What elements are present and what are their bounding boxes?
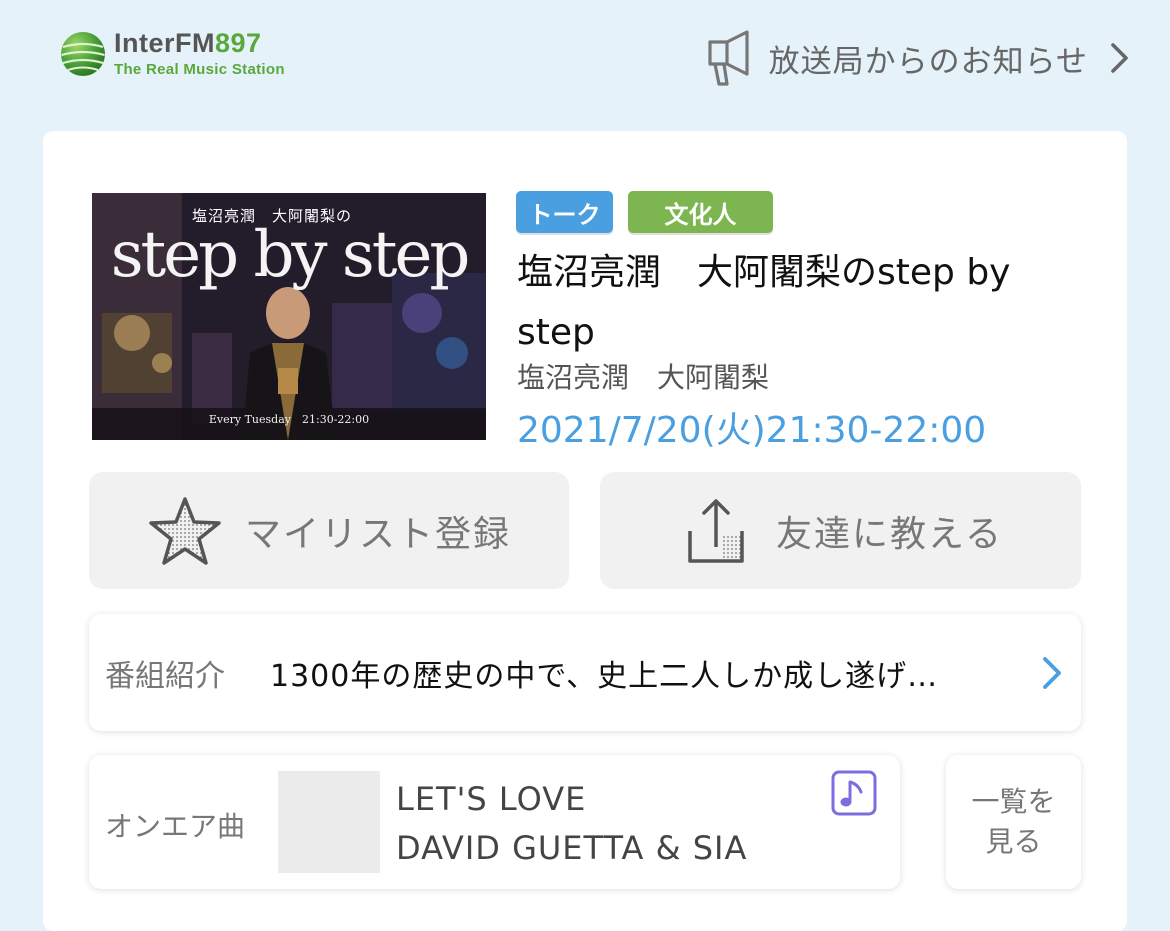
album-jacket-placeholder — [278, 771, 380, 873]
chevron-right-icon — [1111, 43, 1128, 73]
onair-label: オンエア曲 — [105, 810, 246, 843]
view-song-list-button[interactable]: 一覧を見る — [946, 755, 1081, 889]
thumbnail-schedule-text: Every Tuesday 21:30-22:00 — [208, 413, 370, 426]
station-logo[interactable]: InterFM897 The Real Music Station — [60, 30, 285, 77]
logo-wordmark: InterFM897 — [114, 30, 285, 57]
program-title: 塩沼亮潤 大阿闍梨のstep by step — [517, 252, 1011, 353]
mylist-add-label: マイリスト登録 — [244, 513, 511, 555]
program-datetime: 2021/7/20(火)21:30-22:00 — [517, 410, 987, 451]
share-button[interactable]: 友達に教える — [600, 472, 1081, 589]
program-thumbnail[interactable]: 塩沼亮潤 大阿闍梨の step by step Every Tuesday 21… — [92, 193, 486, 440]
music-note-icon[interactable] — [831, 770, 877, 816]
song-title: LET'S LOVE — [396, 780, 587, 818]
tag-talk[interactable]: トーク — [516, 191, 613, 233]
song-artist: DAVID GUETTA & SIA — [396, 829, 748, 867]
logo-tagline: The Real Music Station — [114, 61, 285, 78]
share-upload-icon — [688, 498, 744, 563]
chevron-right-icon — [1043, 656, 1061, 689]
program-card: 塩沼亮潤 大阿闍梨の step by step Every Tuesday 21… — [43, 131, 1127, 931]
share-label: 友達に教える — [776, 513, 1003, 555]
mylist-add-button[interactable]: マイリスト登録 — [89, 472, 569, 589]
station-notice-link[interactable]: 放送局からのお知らせ — [705, 30, 1132, 86]
logo-text: InterFM897 The Real Music Station — [114, 30, 285, 78]
onair-song-panel[interactable]: オンエア曲 LET'S LOVE DAVID GUETTA & SIA — [89, 755, 900, 889]
thumbnail-title-text: step by step — [110, 218, 471, 292]
header: InterFM897 The Real Music Station 放送局からの… — [0, 0, 1170, 120]
tag-culture[interactable]: 文化人 — [628, 191, 773, 233]
logo-frequency: 897 — [215, 28, 262, 58]
megaphone-icon — [708, 30, 749, 86]
genre-tags: トーク 文化人 — [516, 191, 788, 233]
star-icon — [149, 496, 221, 565]
intro-text: 1300年の歴史の中で、史上二人しか成し遂げ… — [270, 658, 939, 694]
logo-prefix: InterFM — [114, 28, 215, 58]
program-intro-row[interactable]: 番組紹介 1300年の歴史の中で、史上二人しか成し遂げ… — [89, 614, 1081, 731]
intro-label: 番組紹介 — [105, 658, 225, 694]
notice-label: 放送局からのお知らせ — [768, 43, 1088, 80]
program-hosts: 塩沼亮潤 大阿闍梨 — [517, 361, 770, 394]
view-song-list-label: 一覧を見る — [971, 785, 1056, 858]
globe-logo-icon — [61, 31, 105, 76]
